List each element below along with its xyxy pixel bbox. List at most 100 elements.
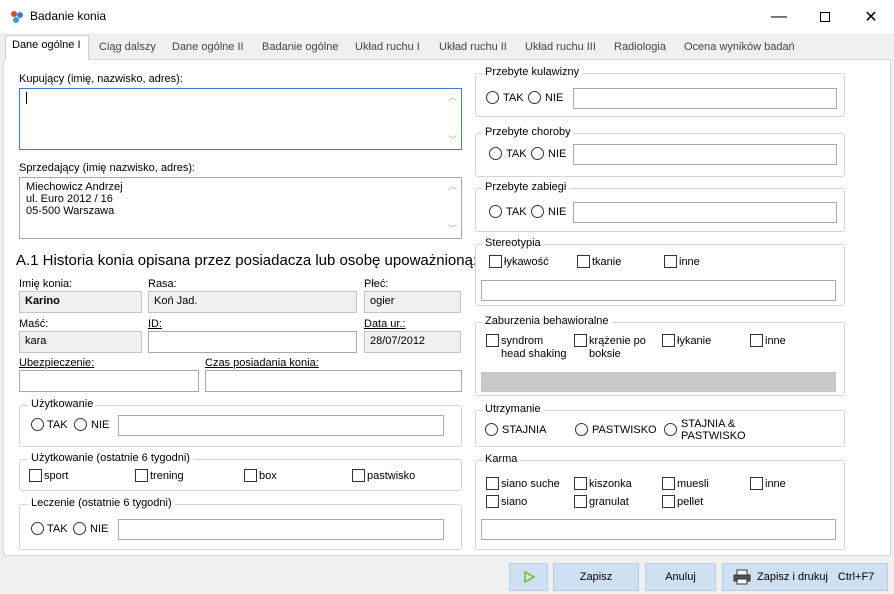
id-field[interactable]	[148, 331, 357, 353]
diseases-group-title: Przebyte choroby	[482, 126, 574, 138]
seller-scrollbar[interactable]: ︿ ﹀	[445, 179, 460, 237]
usage6-pastwisko-checkbox[interactable]	[352, 469, 365, 482]
buyer-scrollbar[interactable]: ︿ ﹀	[445, 90, 460, 148]
tab-dane-ogolne-1[interactable]: Dane ogólne I	[5, 35, 89, 60]
treatment6-no-label: NIE	[90, 523, 109, 535]
minimize-button[interactable]: —	[756, 0, 802, 33]
keeping-both-line-2: PASTWISKO	[681, 430, 746, 442]
feed-siano-label: siano	[501, 496, 528, 508]
seller-line-3: 05-500 Warszawa	[26, 205, 115, 217]
keeping-stajnia-label: STAJNIA	[502, 424, 547, 436]
tab-ocena-wynikow[interactable]: Ocena wyników badań	[678, 38, 801, 59]
treatment6-yes-radio[interactable]	[31, 522, 44, 535]
behavior-inne-checkbox[interactable]	[750, 334, 763, 347]
treatment6-no-radio[interactable]	[73, 522, 86, 535]
lameness-details-field[interactable]	[573, 88, 837, 109]
diseases-details-field[interactable]	[573, 144, 837, 165]
tab-ciag-dalszy[interactable]: Ciąg dalszy	[93, 38, 162, 59]
procedures-details-field[interactable]	[573, 202, 837, 223]
seller-textarea[interactable]: Miechowicz Andrzej ul. Euro 2012 / 16 05…	[19, 177, 462, 239]
usage6-box-checkbox[interactable]	[244, 469, 257, 482]
ownership-time-field[interactable]	[205, 370, 462, 392]
breed-field[interactable]: Koń Jad.	[148, 291, 357, 313]
text-cursor	[26, 92, 27, 104]
stereotypy-tkanie-label: tkanie	[592, 256, 622, 268]
insurance-field[interactable]	[19, 370, 199, 392]
save-print-button[interactable]: Zapisz i drukuj Ctrl+F7	[722, 563, 888, 591]
feed-muesli-checkbox[interactable]	[662, 477, 675, 490]
scroll-down-icon[interactable]: ﹀	[445, 133, 460, 148]
diseases-no-radio[interactable]	[531, 147, 544, 160]
stereotypy-lykawosc-checkbox[interactable]	[489, 255, 502, 268]
scroll-up-icon[interactable]: ︿	[445, 179, 460, 194]
usage-yes-label: TAK	[47, 419, 68, 431]
usage6-trening-checkbox[interactable]	[135, 469, 148, 482]
scroll-down-icon[interactable]: ﹀	[445, 222, 460, 237]
usage-details-field[interactable]	[118, 415, 444, 436]
usage-yes-radio[interactable]	[31, 418, 44, 431]
usage6-group-title: Użytkowanie (ostatnie 6 tygodni)	[28, 452, 193, 464]
feed-siano-checkbox[interactable]	[486, 495, 499, 508]
stereotypy-details-field[interactable]	[481, 280, 836, 301]
feed-inne-checkbox[interactable]	[750, 477, 763, 490]
keeping-stajnia-radio[interactable]	[485, 423, 498, 436]
lameness-yes-radio[interactable]	[486, 91, 499, 104]
stereotypy-tkanie-checkbox[interactable]	[577, 255, 590, 268]
color-field[interactable]: kara	[19, 331, 142, 353]
close-button[interactable]: ✕	[848, 0, 894, 33]
feed-details-field[interactable]	[481, 519, 836, 540]
lameness-no-radio[interactable]	[528, 91, 541, 104]
usage6-pastwisko-label: pastwisko	[367, 470, 416, 482]
behavior-krazenie-line-2: boksie	[589, 348, 621, 360]
behavior-details-field[interactable]	[481, 372, 836, 392]
lameness-no-label: NIE	[545, 92, 564, 104]
feed-granulat-checkbox[interactable]	[574, 495, 587, 508]
usage-no-radio[interactable]	[74, 418, 87, 431]
usage6-sport-label: sport	[44, 470, 69, 482]
ownership-time-label: Czas posiadania konia:	[205, 357, 319, 369]
procedures-yes-radio[interactable]	[489, 205, 502, 218]
tab-badanie-ogolne[interactable]: Badanie ogólne	[256, 38, 344, 59]
usage6-trening-label: trening	[150, 470, 184, 482]
scroll-up-icon[interactable]: ︿	[445, 90, 460, 105]
next-button[interactable]	[509, 563, 548, 591]
sex-label: Płeć:	[364, 278, 389, 290]
behavior-lykanie-checkbox[interactable]	[662, 334, 675, 347]
stereotypy-group-title: Stereotypia	[482, 237, 544, 249]
save-button[interactable]: Zapisz	[553, 563, 639, 591]
treatment6-details-field[interactable]	[118, 519, 444, 540]
procedures-no-radio[interactable]	[531, 205, 544, 218]
birth-date-field[interactable]: 28/07/2012	[364, 331, 461, 353]
minimize-icon: —	[771, 7, 787, 25]
buyer-textarea[interactable]: ︿ ﹀	[19, 88, 462, 150]
tab-uklad-ruchu-1[interactable]: Układ ruchu I	[349, 38, 426, 59]
save-print-label: Zapisz i drukuj	[757, 571, 828, 583]
id-label: ID:	[148, 318, 163, 330]
sex-field[interactable]: ogier	[364, 291, 461, 313]
horse-name-label: Imię konia:	[19, 278, 73, 290]
feed-pellet-checkbox[interactable]	[662, 495, 675, 508]
keeping-both-radio[interactable]	[664, 423, 677, 436]
feed-siano-suche-checkbox[interactable]	[486, 477, 499, 490]
treatment6-group-title: Leczenie (ostatnie 6 tygodni)	[28, 497, 175, 509]
diseases-yes-radio[interactable]	[489, 147, 502, 160]
behavior-krazenie-checkbox[interactable]	[574, 334, 587, 347]
feed-kiszonka-checkbox[interactable]	[574, 477, 587, 490]
tab-uklad-ruchu-2[interactable]: Układ ruchu II	[433, 38, 513, 59]
stereotypy-inne-label: inne	[679, 256, 700, 268]
tab-radiologia[interactable]: Radiologia	[608, 38, 672, 59]
horse-name-field[interactable]: Karino	[19, 291, 142, 313]
usage6-sport-checkbox[interactable]	[29, 469, 42, 482]
seller-line-2: ul. Euro 2012 / 16	[26, 193, 113, 205]
maximize-button[interactable]	[802, 0, 848, 33]
tab-dane-ogolne-2[interactable]: Dane ogólne II	[166, 38, 250, 59]
tab-uklad-ruchu-3[interactable]: Układ ruchu III	[519, 38, 602, 59]
procedures-group-title: Przebyte zabiegi	[482, 181, 570, 193]
color-label: Maść:	[19, 318, 49, 330]
cancel-button[interactable]: Anuluj	[645, 563, 716, 591]
stereotypy-inne-checkbox[interactable]	[664, 255, 677, 268]
keeping-pastwisko-radio[interactable]	[575, 423, 588, 436]
play-icon	[523, 571, 535, 583]
breed-label: Rasa:	[148, 278, 177, 290]
behavior-headshaking-checkbox[interactable]	[486, 334, 499, 347]
